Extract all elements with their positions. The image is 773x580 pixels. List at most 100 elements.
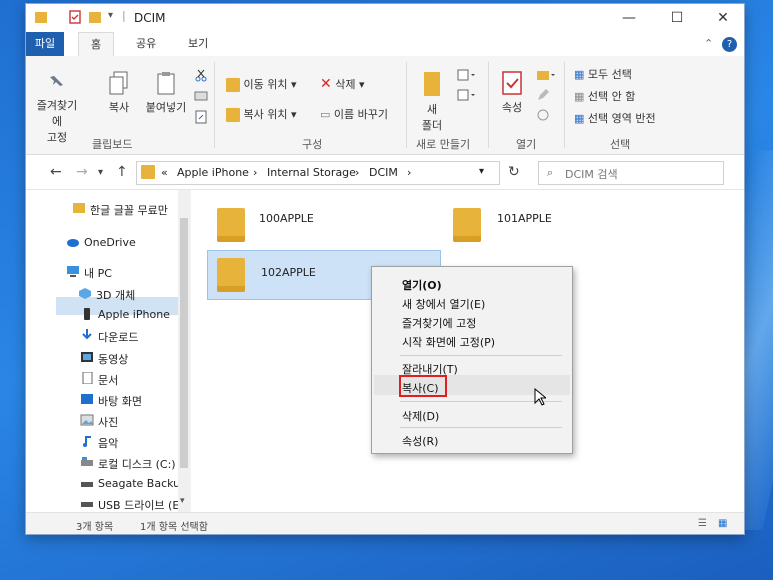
menu-item-open-new-window[interactable]: 새 창에서 열기(E) bbox=[402, 296, 485, 312]
file-item-102apple[interactable]: 102APPLE bbox=[261, 266, 316, 279]
ribbon-separator bbox=[214, 62, 215, 148]
crumb-internal-storage[interactable]: Internal Storage bbox=[267, 166, 356, 179]
nav-item-music[interactable]: 음악 bbox=[98, 435, 118, 451]
crumb-separator[interactable]: › bbox=[253, 166, 257, 179]
navigation-pane: 한글 글꼴 무료만 ^ OneDrive 내 PC 3D 개체 Apple iP… bbox=[26, 190, 190, 512]
folder-icon[interactable] bbox=[217, 208, 245, 242]
quick-access-dropdown-icon[interactable]: ▾ bbox=[108, 10, 113, 21]
scrollbar-thumb[interactable] bbox=[180, 218, 188, 468]
folder-icon[interactable] bbox=[453, 208, 481, 242]
crumb-apple-iphone[interactable]: Apple iPhone bbox=[177, 166, 249, 179]
new-item-icon[interactable] bbox=[456, 68, 476, 82]
scissors-icon[interactable] bbox=[194, 68, 208, 82]
cube-icon bbox=[79, 288, 91, 299]
file-explorer-window: ▾ | DCIM — ☐ ✕ 파일 홈 공유 보기 ⌃ ? 즐겨찾기에 고정 복… bbox=[26, 4, 744, 534]
properties-ribbon-button[interactable]: 속성 bbox=[496, 70, 528, 115]
move-to-button[interactable]: 이동 위치 ▾ bbox=[226, 76, 297, 92]
up-arrow-icon[interactable]: ↑ bbox=[116, 164, 128, 180]
maximize-button[interactable]: ☐ bbox=[654, 4, 700, 32]
copy-ribbon-button[interactable]: 복사 bbox=[102, 70, 136, 115]
tab-home[interactable]: 홈 bbox=[78, 32, 115, 57]
close-button[interactable]: ✕ bbox=[700, 4, 744, 32]
paste-shortcut-icon[interactable] bbox=[194, 110, 208, 124]
address-dropdown-icon[interactable]: ▾ bbox=[479, 166, 484, 177]
new-folder-quick-icon[interactable] bbox=[88, 10, 102, 24]
pin-to-quick-access-button[interactable]: 즐겨찾기에 고정 bbox=[34, 70, 80, 145]
collapse-ribbon-icon[interactable]: ⌃ bbox=[704, 37, 713, 50]
organize-group-label: 구성 bbox=[302, 138, 323, 151]
new-folder-button[interactable]: 새 폴더 bbox=[418, 70, 446, 133]
help-icon[interactable]: ? bbox=[722, 37, 737, 52]
invert-selection-button[interactable]: ▦ 선택 영역 반전 bbox=[574, 110, 656, 126]
minimize-button[interactable]: — bbox=[606, 4, 652, 32]
move-to-label: 이동 위치 bbox=[243, 78, 288, 91]
forward-arrow-icon[interactable]: → bbox=[76, 164, 88, 180]
back-arrow-icon[interactable]: ← bbox=[50, 164, 62, 180]
search-icon: ⌕ bbox=[547, 166, 554, 179]
search-box[interactable]: ⌕ DCIM 검색 bbox=[538, 161, 724, 185]
new-group-label: 새로 만들기 bbox=[416, 138, 471, 151]
nav-item-documents[interactable]: 문서 bbox=[98, 372, 118, 388]
paste-ribbon-button[interactable]: 붙여넣기 bbox=[142, 70, 190, 115]
nav-item-videos[interactable]: 동영상 bbox=[98, 351, 128, 367]
tab-file[interactable]: 파일 bbox=[26, 32, 64, 56]
nav-item-korean-fonts[interactable]: 한글 글꼴 무료만 bbox=[90, 202, 168, 218]
nav-item-seagate-backup[interactable]: Seagate Backup bbox=[98, 477, 187, 490]
properties-ribbon-label: 속성 bbox=[501, 101, 523, 114]
crumb-separator[interactable]: › bbox=[407, 166, 411, 179]
file-item-101apple[interactable]: 101APPLE bbox=[497, 212, 552, 225]
easy-access-icon[interactable] bbox=[456, 88, 476, 102]
select-all-label: 모두 선택 bbox=[587, 68, 632, 81]
nav-item-usb-drive[interactable]: USB 드라이브 (E bbox=[98, 497, 179, 513]
menu-item-properties[interactable]: 속성(R) bbox=[402, 433, 438, 449]
address-folder-icon bbox=[141, 165, 155, 179]
delete-ribbon-button[interactable]: ✕ 삭제 ▾ bbox=[320, 76, 365, 92]
large-icons-view-icon[interactable]: ▦ bbox=[718, 518, 727, 529]
download-icon bbox=[82, 329, 92, 340]
menu-item-pin-quick-access[interactable]: 즐겨찾기에 고정 bbox=[402, 315, 476, 331]
menu-item-delete[interactable]: 삭제(D) bbox=[402, 408, 439, 424]
ribbon-home: 즐겨찾기에 고정 복사 붙여넣기 클립보드 이동 위치 ▾ 복사 위치 ▾ ✕ … bbox=[26, 56, 744, 155]
address-bar[interactable]: « Apple iPhone › Internal Storage › DCIM… bbox=[136, 161, 500, 185]
select-none-button[interactable]: ▦ 선택 안 함 bbox=[574, 88, 635, 104]
edit-icon[interactable] bbox=[536, 88, 550, 102]
file-item-100apple[interactable]: 100APPLE bbox=[259, 212, 314, 225]
crumb-separator[interactable]: › bbox=[355, 166, 359, 179]
tab-view[interactable]: 보기 bbox=[176, 32, 220, 56]
copy-to-button[interactable]: 복사 위치 ▾ bbox=[226, 106, 297, 122]
phone-icon bbox=[84, 308, 90, 320]
copy-path-icon[interactable] bbox=[194, 90, 208, 102]
nav-item-downloads[interactable]: 다운로드 bbox=[98, 329, 138, 345]
pin-icon bbox=[50, 76, 63, 88]
copy-highlight-box bbox=[399, 375, 447, 397]
scroll-down-icon[interactable]: ▾ bbox=[180, 496, 185, 506]
crumb-dcim[interactable]: DCIM bbox=[369, 166, 398, 179]
nav-item-desktop[interactable]: 바탕 화면 bbox=[98, 393, 142, 409]
history-icon[interactable] bbox=[536, 108, 550, 122]
menu-item-open[interactable]: 열기(O) bbox=[402, 277, 442, 293]
select-none-icon: ▦ bbox=[574, 90, 585, 103]
recent-locations-icon[interactable]: ▾ bbox=[98, 167, 103, 178]
rename-button[interactable]: ▭ 이름 바꾸기 bbox=[320, 106, 388, 122]
nav-item-onedrive[interactable]: OneDrive bbox=[84, 236, 136, 249]
rename-icon: ▭ bbox=[320, 108, 331, 121]
document-icon bbox=[82, 372, 93, 384]
nav-item-local-disk[interactable]: 로컬 디스크 (C:) bbox=[98, 456, 176, 472]
select-all-button[interactable]: ▦ 모두 선택 bbox=[574, 66, 632, 82]
menu-item-pin-start[interactable]: 시작 화면에 고정(P) bbox=[402, 334, 495, 350]
nav-item-this-pc[interactable]: 내 PC bbox=[84, 265, 112, 281]
cloud-icon bbox=[67, 239, 79, 247]
folder-icon[interactable] bbox=[217, 258, 245, 292]
ribbon-separator bbox=[406, 62, 407, 148]
open-icon[interactable] bbox=[536, 68, 556, 82]
address-overflow[interactable]: « bbox=[161, 166, 168, 179]
tab-share[interactable]: 공유 bbox=[124, 32, 168, 56]
nav-item-apple-iphone[interactable]: Apple iPhone bbox=[98, 308, 170, 321]
folder-copy-icon bbox=[226, 108, 240, 122]
properties-quick-icon[interactable] bbox=[68, 10, 82, 24]
nav-item-3d-objects[interactable]: 3D 개체 bbox=[96, 287, 135, 303]
nav-item-pictures[interactable]: 사진 bbox=[98, 414, 118, 430]
refresh-icon[interactable]: ↻ bbox=[508, 164, 520, 180]
nav-pane-scrollbar[interactable]: ▾ bbox=[178, 190, 190, 512]
details-view-icon[interactable]: ☰ bbox=[698, 518, 707, 529]
